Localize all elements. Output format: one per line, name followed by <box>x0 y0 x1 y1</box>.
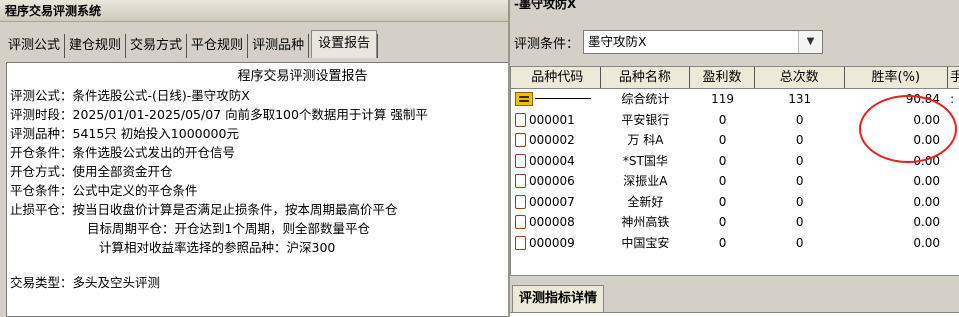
tab-instruments[interactable]: 评测品种 <box>248 34 310 58</box>
chevron-down-icon[interactable]: ▼ <box>798 31 823 53</box>
cell-name: 万 科A <box>627 133 664 147</box>
header-name[interactable]: 品种名称 <box>601 67 691 88</box>
cell-win-rate: 0.00 <box>913 153 941 168</box>
cell-name: *ST国华 <box>622 153 668 168</box>
document-icon <box>515 133 526 147</box>
tab-close-rules[interactable]: 平仓规则 <box>187 34 249 58</box>
report-line-open-condition: 开仓条件：条件选股公式发出的开仓信号 <box>10 145 236 160</box>
table-row[interactable]: 000007 全新好 0 0 0.00 <box>511 192 959 213</box>
summary-icon <box>515 92 533 106</box>
condition-row: 评测条件： 墨守攻防X ▼ <box>514 30 824 54</box>
tab-formula[interactable]: 评测公式 <box>4 34 66 58</box>
document-icon <box>515 215 526 229</box>
cell-name: 中国宝安 <box>621 235 670 250</box>
result-window: -墨守攻防X 评测条件： 墨守攻防X ▼ 品种代码 品种名称 盈利数 总次数 胜… <box>508 0 959 317</box>
settings-report: 程序交易评测设置报告 评测公式：条件选股公式-(日线)-墨守攻防X 评测时段：2… <box>6 62 508 317</box>
cell-name: 全新好 <box>627 194 664 209</box>
report-line-benchmark: 计算相对收益率选择的参照品种：沪深300 <box>99 240 336 255</box>
cell-profit: 0 <box>718 133 727 147</box>
cell-code: 000009 <box>529 235 575 250</box>
document-icon <box>515 235 526 250</box>
tab-indicator-details[interactable]: 评测指标详情 <box>512 285 605 313</box>
cell-total: 131 <box>788 92 812 106</box>
table-row[interactable]: 000008 神州高铁 0 0 0.00 <box>511 212 959 233</box>
cell-profit: 0 <box>718 215 727 229</box>
cell-win-rate: 0.00 <box>913 133 941 147</box>
report-line-target-period: 目标周期平仓：开仓达到1个周期，则全部数量平仓 <box>87 221 370 236</box>
details-panel <box>510 312 959 317</box>
cell-win-rate: 0.00 <box>913 174 941 188</box>
cell-profit: 0 <box>718 174 727 188</box>
table-row[interactable]: 000002 万 科A 0 0 0.00 <box>511 130 959 151</box>
cell-total: 0 <box>795 235 804 250</box>
cell-win-rate: 0.00 <box>913 215 941 229</box>
report-line-instruments: 评测品种：5415只 初始投入1000000元 <box>10 126 239 141</box>
tab-trade-mode[interactable]: 交易方式 <box>126 34 188 58</box>
cell-total: 0 <box>795 133 804 147</box>
window-title: 程序交易评测系统 <box>0 0 508 22</box>
document-icon <box>515 153 526 168</box>
results-table: 品种代码 品种名称 盈利数 总次数 胜率(%) 手 综合统计 119 131 9… <box>510 66 959 276</box>
cell-code: 000002 <box>529 133 575 147</box>
result-window-title: -墨守攻防X <box>510 0 959 14</box>
evaluation-system-window: 程序交易评测系统 评测公式 建仓规则 交易方式 平仓规则 评测品种 设置报告 程… <box>0 0 508 317</box>
report-line-open-mode: 开仓方式：使用全部资金开仓 <box>10 164 173 179</box>
summary-code <box>511 89 601 110</box>
cell-profit: 119 <box>711 92 734 106</box>
cell-total: 0 <box>795 153 804 168</box>
cell-code: 000007 <box>529 194 575 209</box>
cell-name: 综合统计 <box>621 92 670 106</box>
cell-name: 平安银行 <box>621 112 670 127</box>
document-icon <box>515 194 526 209</box>
cell-code: 000006 <box>529 174 575 188</box>
cell-profit: 0 <box>718 112 727 127</box>
condition-label: 评测条件： <box>514 36 580 52</box>
cell-profit: 0 <box>718 194 727 209</box>
header-total[interactable]: 总次数 <box>755 67 845 88</box>
cell-code: 000001 <box>529 112 575 127</box>
cell-win-rate: 0.00 <box>913 112 941 127</box>
cell-name: 神州高铁 <box>621 215 670 229</box>
summary-dash <box>535 98 591 99</box>
screen: 程序交易评测系统 评测公式 建仓规则 交易方式 平仓规则 评测品种 设置报告 程… <box>0 0 959 317</box>
report-line-period: 评测时段：2025/01/01-2025/05/07 向前多取100个数据用于计… <box>10 107 428 122</box>
cell-extra: : <box>950 92 955 106</box>
table-header: 品种代码 品种名称 盈利数 总次数 胜率(%) 手 <box>511 67 959 89</box>
condition-value: 墨守攻防X <box>588 34 647 49</box>
cell-win-rate: 90.84 <box>905 92 941 106</box>
cell-total: 0 <box>795 215 804 229</box>
header-win-rate[interactable]: 胜率(%) <box>845 67 949 88</box>
table-row[interactable]: 000006 深振业A 0 0 0.00 <box>511 171 959 192</box>
cell-total: 0 <box>795 112 804 127</box>
report-title: 程序交易评测设置报告 <box>237 69 368 84</box>
tab-bar: 评测公式 建仓规则 交易方式 平仓规则 评测品种 设置报告 <box>4 30 387 58</box>
table-row[interactable]: 000004 *ST国华 0 0 0.00 <box>511 151 959 172</box>
report-line-close-condition: 平仓条件：公式中定义的平仓条件 <box>10 183 198 198</box>
document-icon <box>515 112 526 127</box>
table-row[interactable]: 000001 平安银行 0 0 0.00 <box>511 110 959 131</box>
report-line-formula: 评测公式：条件选股公式-(日线)-墨守攻防X <box>10 88 250 103</box>
tab-open-rules[interactable]: 建仓规则 <box>65 34 127 58</box>
cell-profit: 0 <box>718 235 727 250</box>
cell-win-rate: 0.00 <box>913 194 941 209</box>
cell-code: 000004 <box>529 153 575 168</box>
report-line-stop-loss: 止损平仓：按当日收盘价计算是否满足止损条件，按本周期最高价平仓 <box>10 202 398 217</box>
cell-name: 深振业A <box>623 174 668 188</box>
document-icon <box>515 174 526 188</box>
cell-total: 0 <box>795 174 804 188</box>
table-row[interactable]: 000009 中国宝安 0 0 0.00 <box>511 233 959 254</box>
table-row-summary[interactable]: 综合统计 119 131 90.84 : <box>511 89 959 110</box>
cell-code: 000008 <box>529 215 575 229</box>
cell-total: 0 <box>795 194 804 209</box>
report-line-trade-type: 交易类型：多头及空头评测 <box>10 275 161 290</box>
cell-profit: 0 <box>718 153 727 168</box>
header-code[interactable]: 品种代码 <box>511 67 601 88</box>
cell-win-rate: 0.00 <box>913 235 941 250</box>
header-profit[interactable]: 盈利数 <box>690 67 755 88</box>
condition-select[interactable]: 墨守攻防X ▼ <box>583 30 824 54</box>
header-extra[interactable]: 手 <box>948 67 959 88</box>
tab-settings-report[interactable]: 设置报告 <box>311 30 378 58</box>
tab-bar-end <box>377 34 387 58</box>
